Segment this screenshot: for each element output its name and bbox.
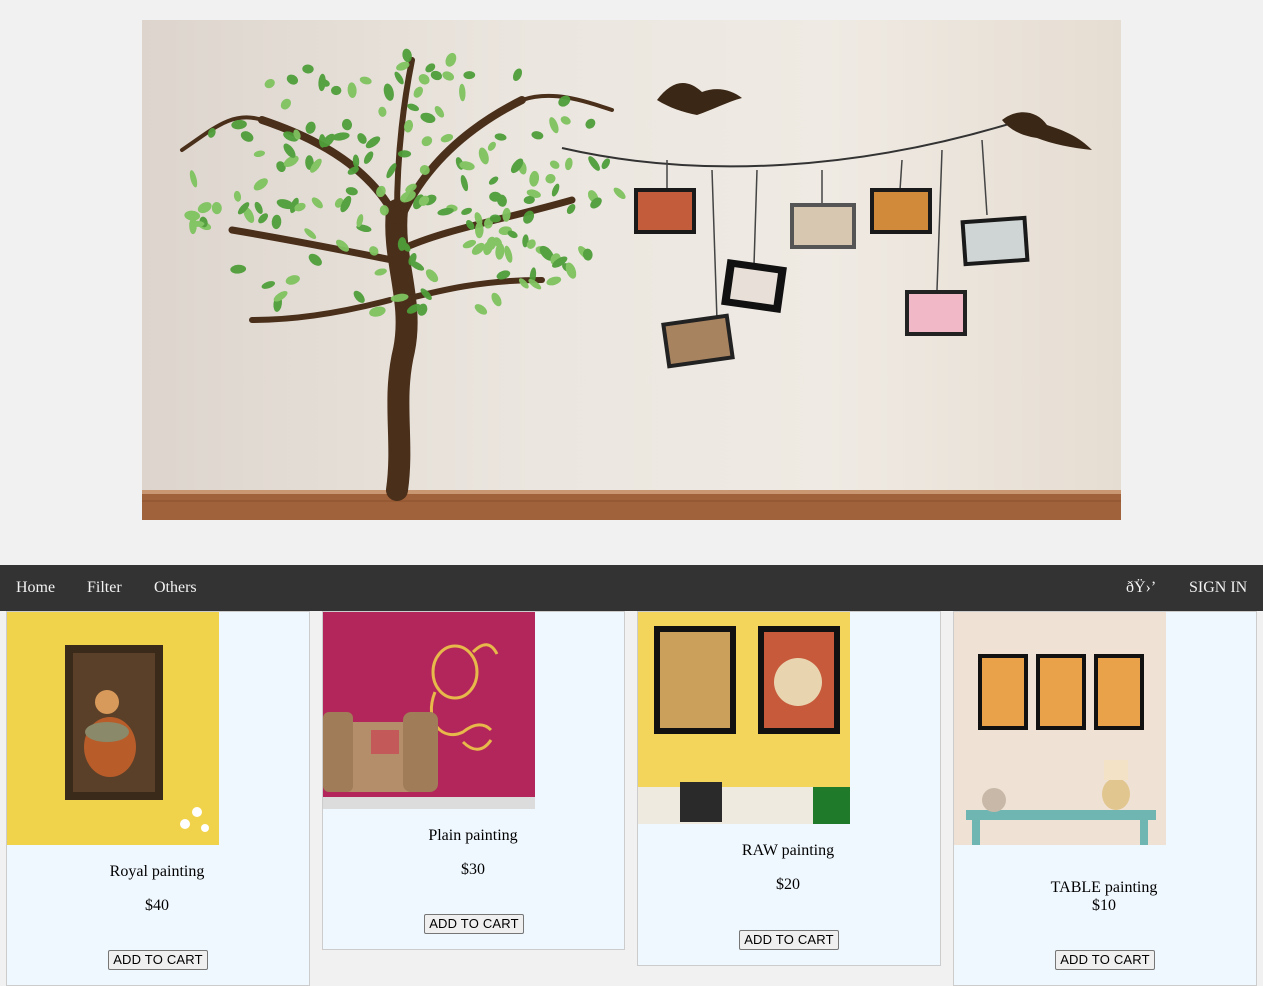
- product-card-raw: RAW painting $20 ADD TO CART: [637, 611, 941, 966]
- hero-banner-image: [142, 20, 1121, 520]
- product-price: $10: [1092, 897, 1116, 914]
- product-title: Royal painting: [109, 863, 205, 880]
- top-navigation-bar: Home Filter Others ðŸ›’ SIGN IN: [0, 565, 1263, 611]
- product-card-table: TABLE painting $10 ADD TO CART: [953, 611, 1257, 986]
- sign-in-link[interactable]: SIGN IN: [1189, 565, 1247, 611]
- add-to-cart-button[interactable]: ADD TO CART: [739, 930, 839, 950]
- product-price: $20: [776, 876, 800, 893]
- product-title: TABLE painting: [1050, 879, 1158, 896]
- nav-link-filter[interactable]: Filter: [87, 565, 122, 611]
- product-card-plain: Plain painting $30 ADD TO CART: [322, 611, 625, 950]
- cart-icon[interactable]: ðŸ›’: [1126, 565, 1156, 611]
- product-card-royal: Royal painting $40 ADD TO CART: [6, 611, 310, 986]
- product-title: RAW painting: [741, 842, 835, 859]
- nav-link-home[interactable]: Home: [16, 565, 55, 611]
- product-image-royal: [7, 612, 219, 845]
- add-to-cart-button[interactable]: ADD TO CART: [108, 950, 208, 970]
- product-image-plain: [323, 612, 535, 809]
- add-to-cart-button[interactable]: ADD TO CART: [424, 914, 524, 934]
- add-to-cart-button[interactable]: ADD TO CART: [1055, 950, 1155, 970]
- product-image-table: [954, 612, 1166, 845]
- product-title: Plain painting: [428, 827, 518, 844]
- product-image-raw: [638, 612, 850, 824]
- product-price: $30: [461, 861, 485, 878]
- product-price: $40: [145, 897, 169, 914]
- nav-link-others[interactable]: Others: [154, 565, 197, 611]
- tree-wall-decal-illustration: [142, 48, 1121, 520]
